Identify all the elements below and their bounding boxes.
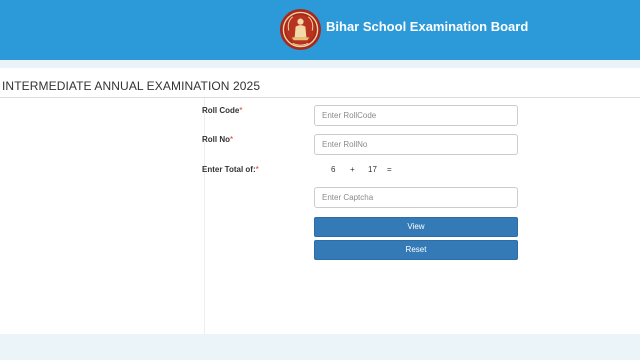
roll-no-input[interactable]: [314, 134, 518, 155]
bseb-emblem-icon: [279, 8, 322, 51]
captcha-operand-b: 17: [368, 165, 377, 174]
required-asterisk: *: [255, 165, 259, 174]
roll-code-label-text: Roll Code: [202, 106, 240, 115]
roll-no-label: Roll No*: [202, 135, 233, 144]
site-header: Bihar School Examination Board: [0, 0, 640, 60]
captcha-operand-a: 6: [331, 165, 336, 174]
footer-strip: [0, 334, 640, 360]
captcha-input[interactable]: [314, 187, 518, 208]
board-title: Bihar School Examination Board: [326, 19, 529, 34]
captcha-label-text: Enter Total of:: [202, 165, 256, 174]
captcha-label: Enter Total of:*: [202, 165, 259, 174]
captcha-equals: =: [387, 165, 392, 174]
page-title: INTERMEDIATE ANNUAL EXAMINATION 2025: [2, 79, 261, 93]
roll-code-input[interactable]: [314, 105, 518, 126]
result-form-panel: INTERMEDIATE ANNUAL EXAMINATION 2025 Rol…: [0, 68, 640, 334]
required-asterisk: *: [230, 135, 234, 144]
roll-code-label: Roll Code*: [202, 106, 242, 115]
reset-button[interactable]: Reset: [314, 240, 518, 260]
captcha-operator: +: [350, 165, 355, 174]
view-button[interactable]: View: [314, 217, 518, 237]
left-blank-panel: [0, 98, 205, 334]
required-asterisk: *: [239, 106, 243, 115]
roll-no-label-text: Roll No: [202, 135, 230, 144]
